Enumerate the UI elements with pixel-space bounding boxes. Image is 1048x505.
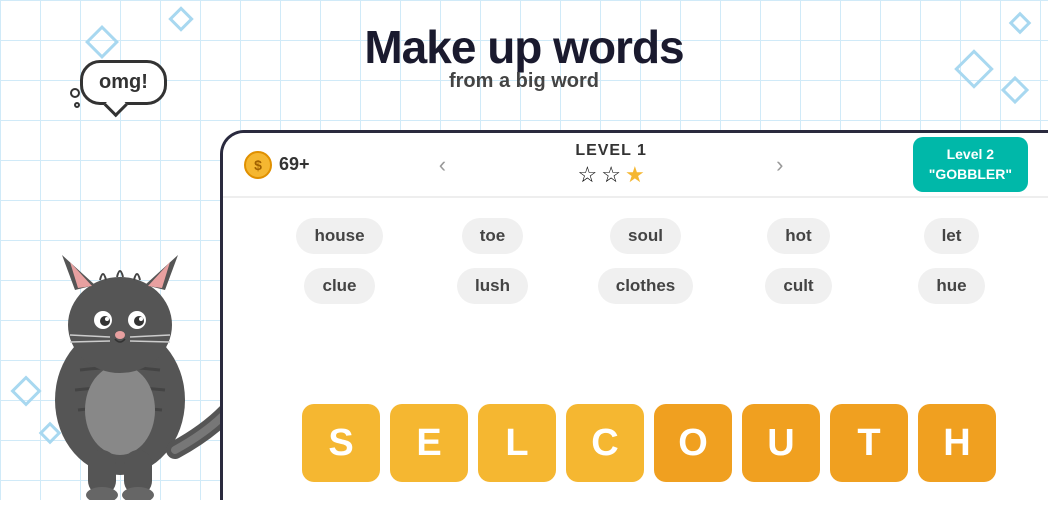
bubble-circles (70, 88, 80, 108)
word-pill[interactable]: house (263, 218, 416, 254)
next-level-label: Level 2 (929, 145, 1012, 165)
cat-svg (20, 180, 220, 500)
nav-left-arrow[interactable]: ‹ (429, 148, 456, 182)
level-info: LEVEL 1 ☆ ☆ ★ (575, 142, 647, 188)
word-pill[interactable]: hue (875, 268, 1028, 304)
word-text: toe (462, 218, 524, 254)
tile-C[interactable]: C (566, 404, 644, 482)
word-text: let (924, 218, 980, 254)
words-grid: house toe soul hot let clue lush clothes… (223, 198, 1048, 314)
tile-S[interactable]: S (302, 404, 380, 482)
level-label: LEVEL 1 (575, 142, 647, 160)
word-text: hot (767, 218, 829, 254)
word-text: lush (457, 268, 528, 304)
speech-bubble: omg! (80, 60, 167, 105)
next-level-sublabel: "GOBBLER" (929, 165, 1012, 185)
page-title: Make up words (364, 20, 683, 74)
word-text: hue (918, 268, 984, 304)
word-pill[interactable]: soul (569, 218, 722, 254)
svg-text:$: $ (254, 157, 262, 173)
panel-topbar: $ 69+ ‹ LEVEL 1 ☆ ☆ ★ › Level 2 "GOBBLER… (223, 133, 1048, 198)
nav-right-arrow[interactable]: › (766, 148, 793, 182)
tile-E[interactable]: E (390, 404, 468, 482)
word-text: house (296, 218, 382, 254)
tile-H[interactable]: H (918, 404, 996, 482)
word-pill[interactable]: hot (722, 218, 875, 254)
stars-row: ☆ ☆ ★ (578, 162, 645, 188)
tile-L[interactable]: L (478, 404, 556, 482)
word-pill[interactable]: clothes (569, 268, 722, 304)
cat-character (20, 180, 220, 500)
word-text: clue (304, 268, 374, 304)
word-pill[interactable]: clue (263, 268, 416, 304)
star-1: ☆ (578, 162, 598, 188)
star-2: ☆ (601, 162, 621, 188)
tile-O[interactable]: O (654, 404, 732, 482)
word-text: soul (610, 218, 681, 254)
bubble-dot-small (74, 102, 80, 108)
next-level-button[interactable]: Level 2 "GOBBLER" (913, 137, 1028, 192)
word-pill[interactable]: lush (416, 268, 569, 304)
page-header: Make up words from a big word (364, 20, 683, 93)
star-3: ★ (625, 162, 645, 188)
coin-icon: $ (243, 150, 273, 180)
word-text: clothes (598, 268, 694, 304)
word-pill[interactable]: cult (722, 268, 875, 304)
coins-area: $ 69+ (243, 150, 310, 180)
letter-tiles: S E L C O U T H (260, 404, 1038, 482)
tile-U[interactable]: U (742, 404, 820, 482)
word-text: cult (765, 268, 831, 304)
word-pill[interactable]: toe (416, 218, 569, 254)
tile-T[interactable]: T (830, 404, 908, 482)
word-pill[interactable]: let (875, 218, 1028, 254)
speech-text: omg! (99, 71, 148, 93)
coins-value: 69+ (279, 154, 310, 175)
bubble-dot-large (70, 88, 80, 98)
